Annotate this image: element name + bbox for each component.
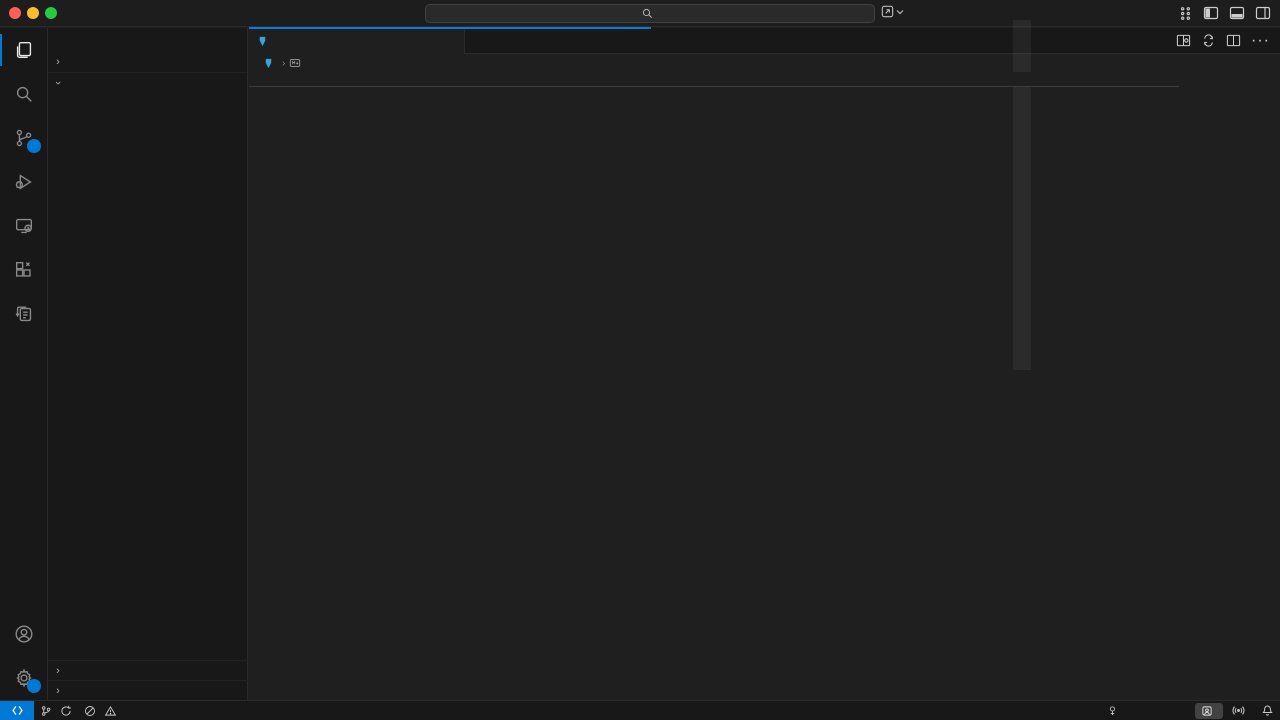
run-debug-icon[interactable]: [0, 160, 48, 204]
test-file-icon: [257, 36, 268, 47]
git-branch-item[interactable]: [34, 701, 78, 720]
toggle-sidebar-icon[interactable]: [1202, 4, 1220, 22]
more-actions-icon[interactable]: ···: [1251, 32, 1270, 50]
status-bar: [0, 700, 1280, 720]
outline-section[interactable]: ›: [48, 660, 248, 680]
title-bar: [0, 0, 1280, 27]
minimap[interactable]: [931, 44, 1015, 672]
person-icon: [1107, 705, 1118, 717]
close-window-button[interactable]: [9, 7, 21, 19]
problems-item[interactable]: [78, 701, 127, 720]
progress-bar: [249, 27, 651, 29]
broadcast-icon: [1232, 704, 1245, 717]
open-editors-section[interactable]: ›: [48, 52, 247, 72]
settings-badge: [27, 679, 41, 693]
encoding-item[interactable]: [1152, 701, 1164, 720]
tab-hotel-search-functionality[interactable]: [249, 28, 465, 54]
tab-bar: ···: [249, 28, 1280, 54]
vscode-window: › › › ›: [0, 0, 1280, 720]
open-preview-icon[interactable]: [1176, 33, 1191, 48]
editor-group: ··· ›: [249, 28, 1280, 700]
notifications-bell-icon[interactable]: [1255, 701, 1280, 720]
warnings-icon: [104, 705, 117, 717]
activity-bar: [0, 28, 48, 700]
errors-icon: [84, 705, 96, 717]
sticky-scroll-line[interactable]: [249, 72, 1179, 87]
explorer-icon[interactable]: [0, 28, 48, 72]
chevron-right-icon: ›: [52, 56, 64, 68]
setup-icon: [1201, 705, 1213, 717]
git-blame-item[interactable]: [1101, 701, 1128, 720]
timeline-section[interactable]: ›: [48, 680, 248, 700]
minimize-window-button[interactable]: [27, 7, 39, 19]
open-changes-icon[interactable]: [1201, 33, 1216, 48]
settings-gear-icon[interactable]: [0, 656, 48, 700]
copilot-menu-button[interactable]: [880, 4, 904, 19]
chevron-right-icon: ›: [282, 58, 285, 69]
remote-explorer-icon[interactable]: [0, 204, 48, 248]
chevron-down-icon: ›: [52, 77, 64, 89]
sync-icon: [60, 705, 72, 717]
code-editor[interactable]: [249, 72, 1179, 700]
customize-layout-icon[interactable]: [1176, 4, 1194, 22]
chevron-right-icon: ›: [52, 685, 64, 697]
workspace-section[interactable]: ›: [48, 72, 247, 92]
notebook-icon[interactable]: [0, 292, 48, 336]
search-icon[interactable]: [0, 72, 48, 116]
extensions-icon[interactable]: [0, 248, 48, 292]
language-mode-item[interactable]: [1176, 701, 1192, 720]
toggle-panel-icon[interactable]: [1228, 4, 1246, 22]
test-file-icon: [263, 58, 274, 69]
eol-item[interactable]: [1164, 701, 1176, 720]
maximize-window-button[interactable]: [45, 7, 57, 19]
source-control-badge: [27, 139, 41, 153]
breadcrumb[interactable]: ›: [249, 54, 1280, 72]
command-center-search[interactable]: [425, 4, 875, 23]
remote-indicator[interactable]: [0, 701, 34, 720]
cursor-position-item[interactable]: [1128, 701, 1140, 720]
overview-ruler: [1015, 44, 1031, 672]
symbol-icon: [289, 57, 301, 69]
chevron-right-icon: ›: [52, 665, 64, 677]
explorer-sidebar: › › › ›: [48, 28, 248, 700]
accounts-icon[interactable]: [0, 612, 48, 656]
finish-setup-item[interactable]: [1195, 703, 1223, 719]
git-branch-icon: [40, 705, 52, 717]
toggle-secondary-sidebar-icon[interactable]: [1254, 4, 1272, 22]
indentation-item[interactable]: [1140, 701, 1152, 720]
go-live-item[interactable]: [1226, 701, 1255, 720]
source-control-icon[interactable]: [0, 116, 48, 160]
search-icon: [642, 8, 653, 19]
split-editor-icon[interactable]: [1226, 33, 1241, 48]
